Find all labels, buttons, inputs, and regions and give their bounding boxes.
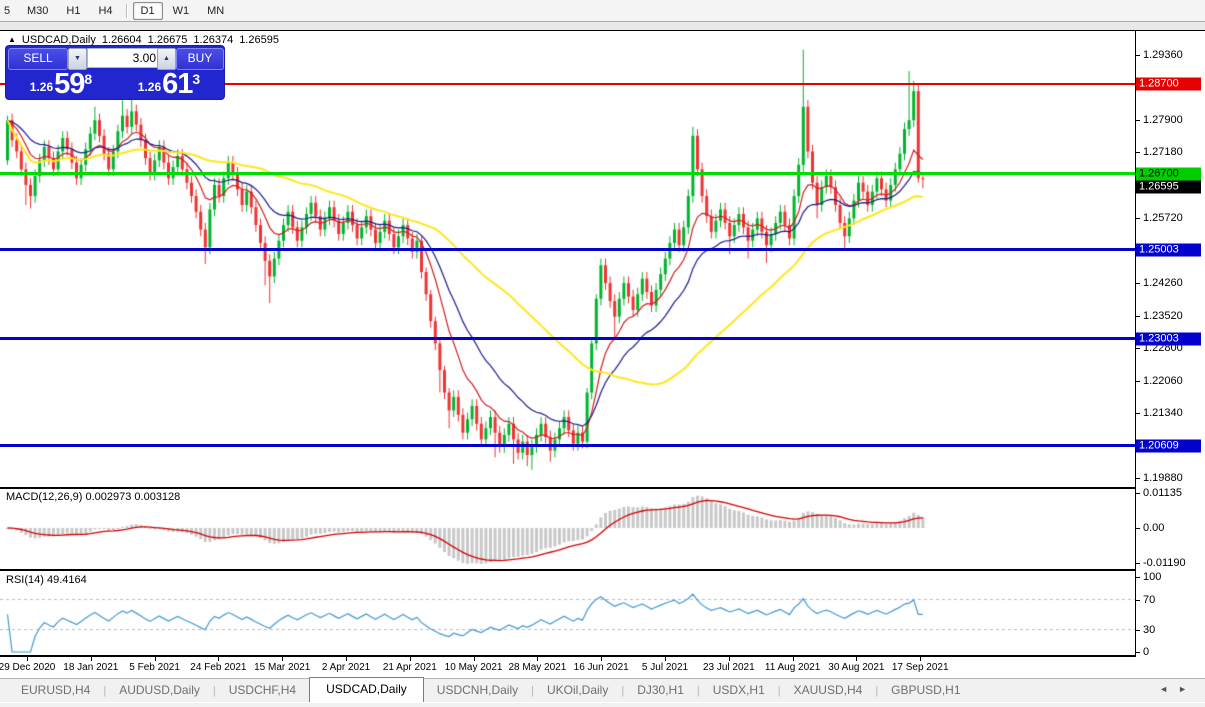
date-label-13: 30 Aug 2021 [828,662,885,673]
date-tickmark [282,657,284,661]
timeframe-toolbar: 5 M30 H1 H4 D1 W1 MN [0,0,1205,22]
tab-eurusd-h4[interactable]: EURUSD,H4 [8,679,103,702]
date-tickmark [537,657,539,661]
timeframe-button-m30[interactable]: M30 [19,2,56,20]
tab-usdcnh-daily[interactable]: USDCNH,Daily [424,679,531,702]
date-tickmark [792,657,794,661]
date-label-4: 15 Mar 2021 [254,662,311,673]
date-tickmark [665,657,666,661]
date-label-1: 18 Jan 2021 [63,662,119,673]
date-axis[interactable]: 29 Dec 2020 18 Jan 2021 5 Feb 2021 24 Feb 2… [0,30,1205,677]
tab-gbpusd-h1[interactable]: GBPUSD,H1 [878,679,973,702]
date-tickmark [154,657,156,661]
date-label-14: 17 Sep 2021 [891,662,949,673]
date-tickmark [856,657,858,661]
date-tickmark [920,657,922,661]
mt4-window: 5 M30 H1 H4 D1 W1 MN ▲ USDCAD,Daily 1.26604 1.… [0,0,1205,707]
date-label-10: 5 Jul 2021 [641,662,689,673]
date-label-8: 28 May 2021 [508,662,567,673]
date-tickmark [409,657,411,661]
date-tickmark [346,657,347,661]
timeframe-button-w1[interactable]: W1 [165,2,198,20]
date-label-6: 21 Apr 2021 [382,662,437,673]
date-tickmark [90,657,92,661]
date-label-3: 24 Feb 2021 [190,662,247,673]
tab-xauusd-h4[interactable]: XAUUSD,H4 [781,679,876,702]
timeframe-button-h1[interactable]: H1 [58,2,88,20]
date-tickmark [27,657,28,661]
window-frame-strip [0,22,1205,30]
toolbar-separator [125,3,128,18]
date-tickmark [728,657,730,661]
date-label-12: 11 Aug 2021 [764,662,821,673]
tab-dj30-h1[interactable]: DJ30,H1 [624,679,697,702]
timeframe-button-5[interactable]: 5 [1,2,17,20]
date-tickmark [473,657,475,661]
date-label-11: 23 Jul 2021 [702,662,755,673]
tab-scroll-arrows[interactable]: ◄► [1159,684,1197,694]
timeframe-button-d1[interactable]: D1 [132,1,163,20]
date-label-2: 5 Feb 2021 [129,662,180,673]
tab-usdcad-daily[interactable]: USDCAD,Daily [309,677,424,702]
status-bar [0,702,1205,707]
tab-usdx-h1[interactable]: USDX,H1 [700,679,778,702]
tab-audusd-daily[interactable]: AUDUSD,Daily [106,679,213,702]
date-tickmark [218,657,220,661]
date-label-7: 10 May 2021 [444,662,503,673]
date-label-5: 2 Apr 2021 [321,662,371,673]
chart-area: ▲ USDCAD,Daily 1.26604 1.26675 1.26374 1… [0,30,1205,677]
chart-tab-bar: EURUSD,H4 | AUDUSD,Daily | USDCHF,H4 USDCAD,D… [0,677,1205,702]
timeframe-button-h4[interactable]: H4 [90,2,120,20]
tab-scroll-right-icon[interactable]: ► [1178,684,1197,694]
tab-usdchf-h4[interactable]: USDCHF,H4 [216,679,309,702]
tab-ukoil-daily[interactable]: UKOil,Daily [534,679,621,702]
timeframe-button-mn[interactable]: MN [199,2,232,20]
date-label-9: 16 Jun 2021 [573,662,629,673]
date-tickmark [601,657,603,661]
tab-scroll-left-icon[interactable]: ◄ [1159,684,1178,694]
date-label-0: 29 Dec 2020 [0,662,56,673]
